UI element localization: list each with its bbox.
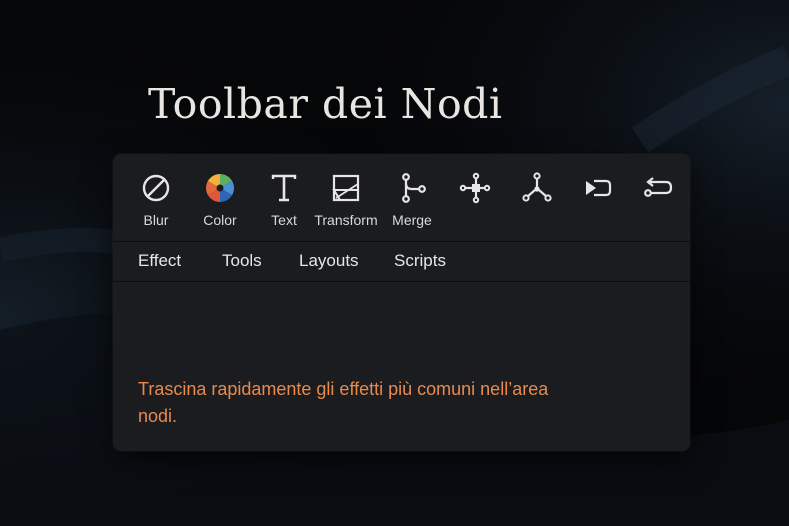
- node-toolbar-panel: Blur Color Text Transform Merge Effect T…: [113, 154, 690, 451]
- merge-icon: [402, 173, 426, 203]
- tool-merge[interactable]: Merge: [377, 172, 447, 234]
- hint-text: Trascina rapidamente gli effetti più com…: [138, 379, 549, 426]
- tool-transform-label: Transform: [314, 212, 378, 228]
- tool-split-node[interactable]: [502, 172, 572, 234]
- text-icon: [271, 174, 297, 202]
- category-tabs: Effect Tools Layouts Scripts: [113, 242, 690, 280]
- tool-node-connect[interactable]: [440, 172, 510, 234]
- page-title: Toolbar dei Nodi: [148, 80, 503, 128]
- tab-tools[interactable]: Tools: [222, 242, 262, 280]
- return-node-icon: [644, 177, 673, 197]
- output-node-icon: [586, 179, 612, 197]
- tool-return-node[interactable]: [623, 172, 690, 234]
- blur-icon: [142, 174, 170, 202]
- tool-merge-label: Merge: [392, 212, 432, 228]
- tab-scripts[interactable]: Scripts: [394, 242, 446, 280]
- tool-color[interactable]: Color: [185, 172, 255, 234]
- split-node-icon: [522, 172, 552, 202]
- node-connect-icon: [459, 172, 491, 204]
- tool-row: Blur Color Text Transform Merge: [113, 154, 690, 241]
- tool-blur-label: Blur: [143, 212, 169, 228]
- tab-effect[interactable]: Effect: [138, 242, 181, 280]
- tool-transform[interactable]: Transform: [311, 172, 381, 234]
- tabs-divider: [113, 281, 690, 282]
- tool-blur[interactable]: Blur: [121, 172, 191, 234]
- color-wheel-icon: [206, 174, 234, 202]
- tool-color-label: Color: [203, 212, 237, 228]
- transform-icon: [332, 174, 360, 202]
- tab-layouts[interactable]: Layouts: [299, 242, 359, 280]
- tool-text-label: Text: [271, 212, 297, 228]
- tool-text[interactable]: Text: [249, 172, 319, 234]
